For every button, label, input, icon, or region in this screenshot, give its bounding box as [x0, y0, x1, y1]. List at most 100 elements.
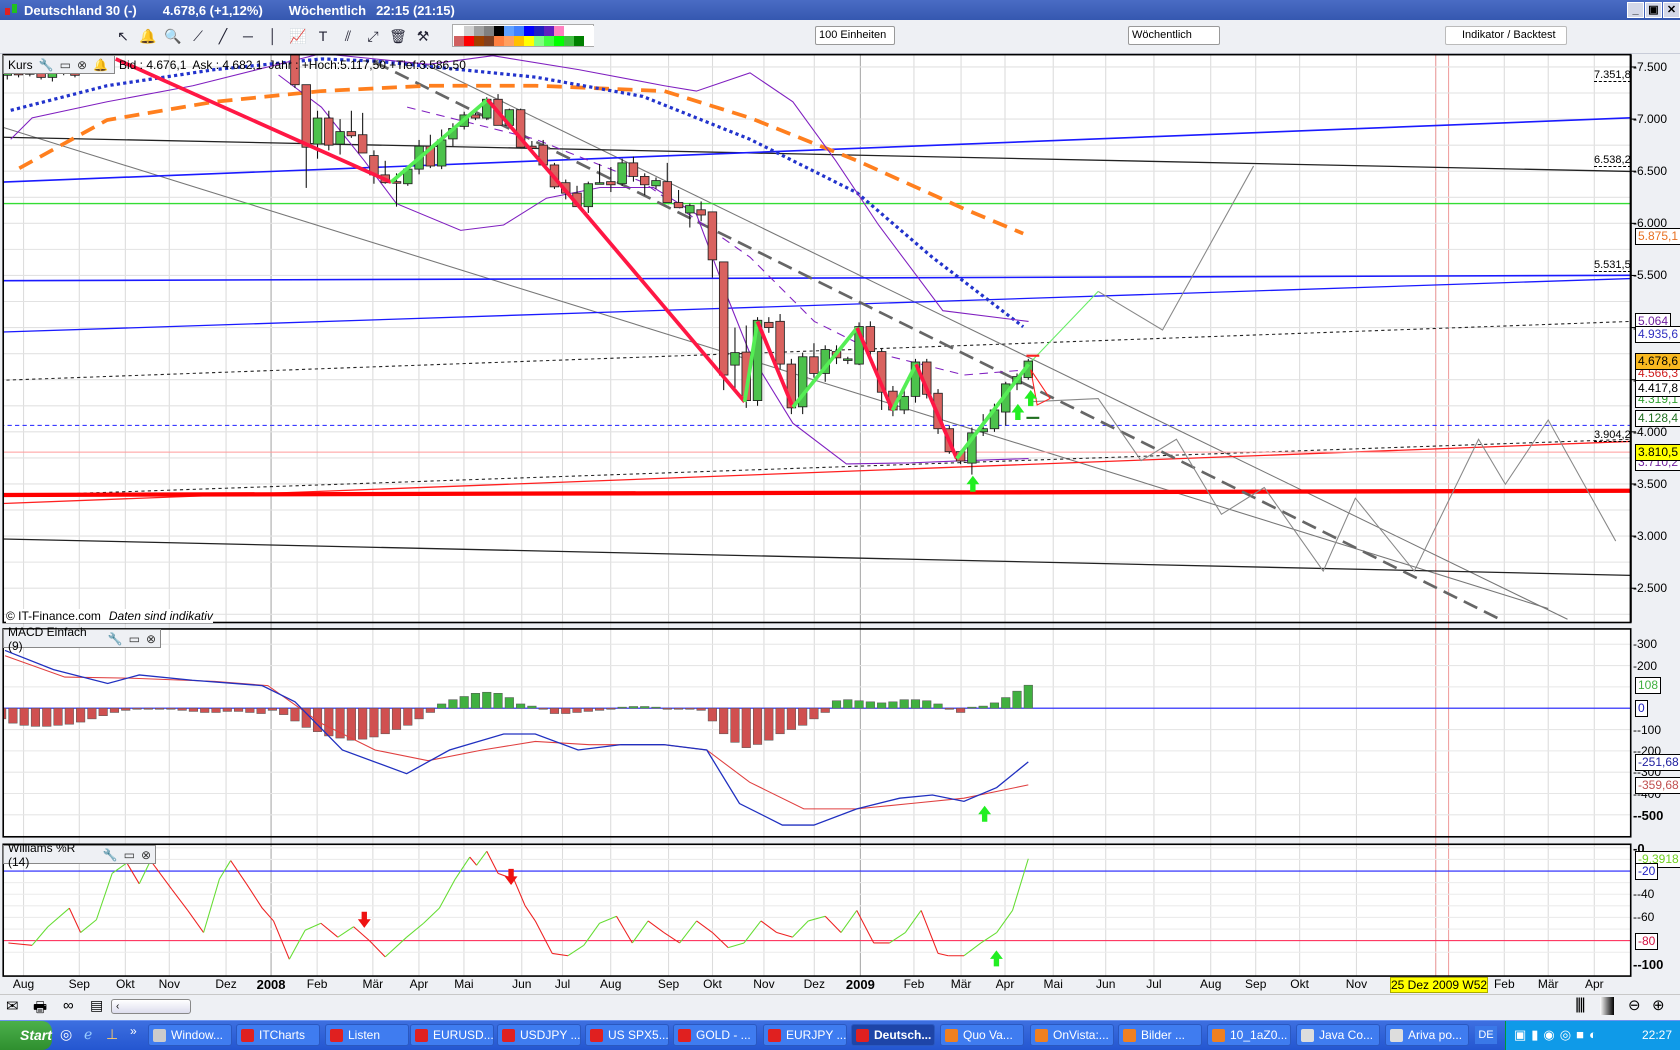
macd-histogram-bar: [30, 707, 41, 727]
window-icon[interactable]: ▭: [124, 848, 135, 862]
x-axis-label: 25 Dez 2009 W52: [1390, 977, 1489, 993]
zoom-out-icon[interactable]: ⊖: [1628, 996, 1641, 1014]
chart-canvas[interactable]: [0, 0, 1680, 1050]
line-price-label: 6.538,2: [1594, 154, 1631, 168]
bell-icon[interactable]: 🔔: [93, 58, 108, 72]
x-axis-label: Jun: [512, 977, 532, 991]
taskbar-item[interactable]: Bilder ...: [1118, 1024, 1202, 1046]
time-scrollbar-thumb[interactable]: ‹: [111, 999, 191, 1014]
taskbar-item[interactable]: Listen: [325, 1024, 409, 1046]
macd-histogram-bar: [696, 707, 706, 711]
macd-histogram-bar: [279, 707, 289, 715]
wrench-icon[interactable]: 🔧: [39, 58, 54, 72]
clock: 22:27: [1641, 1028, 1672, 1042]
macd-histogram-bar: [109, 707, 120, 713]
taskbar-item[interactable]: EURUSD...: [410, 1024, 494, 1046]
start-button[interactable]: Start: [0, 1021, 52, 1050]
x-axis-label: Mär: [1537, 977, 1559, 991]
candle-body: [809, 356, 819, 374]
candle-body: [662, 181, 672, 203]
taskbar-item[interactable]: 10_1aZ0...: [1207, 1024, 1291, 1046]
macd-histogram-bar: [380, 707, 390, 735]
candle-body: [628, 162, 639, 177]
printer-icon[interactable]: 🖶: [33, 997, 47, 1022]
link-icon[interactable]: ∞: [63, 997, 74, 1014]
taskbar-item[interactable]: Quo Va...: [940, 1024, 1024, 1046]
line-price-label: 7.351,8: [1594, 69, 1631, 83]
window-icon[interactable]: ▭: [60, 58, 71, 72]
candlestick-icon: [415, 1029, 428, 1042]
bar-width-icon[interactable]: ||||: [1575, 996, 1586, 1014]
taskbar-item-label: Bilder ...: [1141, 1028, 1186, 1042]
taskbar-item-label: US SPX5...: [608, 1028, 669, 1042]
fit-chart-icon[interactable]: [1600, 997, 1614, 1015]
x-axis-label: Aug: [600, 977, 622, 991]
williams-panel-title: Williams %R (14): [8, 840, 76, 869]
williams-value-box: -20: [1635, 863, 1659, 881]
wrench-icon[interactable]: 🔧: [103, 848, 118, 862]
macd-histogram-bar: [617, 706, 627, 709]
price-axis-label: -6.500: [1633, 164, 1668, 179]
language-indicator[interactable]: DE: [1475, 1026, 1497, 1044]
taskbar-item[interactable]: ITCharts: [236, 1024, 320, 1046]
macd-histogram-bar: [369, 707, 379, 738]
williams-axis-label: --100: [1633, 956, 1664, 972]
macd-histogram-bar: [459, 696, 469, 709]
more-quicklaunch-icon[interactable]: »: [130, 1024, 137, 1038]
macd-histogram-bar: [358, 707, 368, 740]
x-axis-label: Jul: [554, 977, 571, 991]
close-panel-icon[interactable]: ⊗: [146, 632, 156, 646]
java-quicklaunch-icon[interactable]: ⊥: [106, 1026, 118, 1043]
macd-histogram-bar: [166, 707, 176, 710]
internet-explorer-icon[interactable]: ℯ: [84, 1026, 92, 1043]
taskbar-item-label: Quo Va...: [963, 1028, 1013, 1042]
candle-body: [775, 320, 785, 365]
macd-panel-title: MACD Einfach (9): [8, 624, 87, 653]
macd-histogram-bar: [719, 707, 729, 735]
quicklaunch-icon[interactable]: ◎: [60, 1026, 72, 1043]
scroll-left-icon[interactable]: ‹: [112, 1001, 119, 1012]
price-box: 4.935,6: [1635, 326, 1680, 344]
price-panel-header: Kurs 🔧 ▭ ⊗ 🔔: [3, 55, 115, 74]
taskbar-item-label: Ariva po...: [1408, 1028, 1463, 1042]
taskbar-item[interactable]: USDJPY ...: [497, 1024, 581, 1046]
taskbar-item-label: GOLD - ...: [696, 1028, 751, 1042]
taskbar-item[interactable]: Deutsch...: [851, 1024, 935, 1046]
window-icon[interactable]: ▭: [129, 632, 140, 646]
email-icon[interactable]: ✉: [6, 997, 19, 1015]
tray-icons[interactable]: ▣▮◉◎■◐: [1514, 1021, 1602, 1049]
close-panel-icon[interactable]: ⊗: [77, 58, 87, 72]
macd-value-box: 108: [1635, 677, 1662, 695]
taskbar-item[interactable]: Window...: [148, 1024, 232, 1046]
taskbar-item[interactable]: EURJPY ...: [763, 1024, 847, 1046]
x-axis-label: Feb: [306, 977, 328, 991]
price-axis-label: -2.500: [1633, 581, 1668, 596]
macd-histogram-bar: [978, 705, 988, 709]
candle-body: [843, 358, 853, 361]
taskbar-item-label: 10_1aZ0...: [1230, 1028, 1288, 1042]
candle-body: [651, 180, 661, 187]
macd-histogram-bar: [245, 707, 255, 713]
macd-histogram-bar: [132, 707, 142, 710]
macd-axis-label: --500: [1633, 807, 1664, 823]
taskbar-item[interactable]: Java Co...: [1296, 1024, 1380, 1046]
macd-histogram-bar: [854, 700, 864, 709]
zoom-in-icon[interactable]: ⊕: [1652, 996, 1665, 1014]
firefox-icon: [1123, 1029, 1136, 1042]
macd-histogram-bar: [831, 700, 842, 709]
macd-histogram-bar: [752, 707, 763, 745]
taskbar-item[interactable]: US SPX5...: [585, 1024, 669, 1046]
price-box: 4.128,4: [1635, 410, 1680, 428]
taskbar-item[interactable]: GOLD - ...: [673, 1024, 757, 1046]
williams-panel-header: Williams %R (14) 🔧 ▭ ⊗: [3, 841, 156, 869]
macd-histogram-bar: [741, 707, 751, 748]
document-icon[interactable]: ▤: [90, 997, 103, 1014]
candlestick-icon: [241, 1029, 254, 1042]
taskbar-item[interactable]: OnVista:...: [1030, 1024, 1114, 1046]
taskbar-item[interactable]: Ariva po...: [1385, 1024, 1469, 1046]
close-panel-icon[interactable]: ⊗: [141, 848, 151, 862]
wrench-icon[interactable]: 🔧: [108, 632, 123, 646]
macd-histogram-bar: [843, 699, 853, 709]
candle-body: [583, 183, 594, 208]
taskbar-item-label: Listen: [348, 1028, 381, 1042]
